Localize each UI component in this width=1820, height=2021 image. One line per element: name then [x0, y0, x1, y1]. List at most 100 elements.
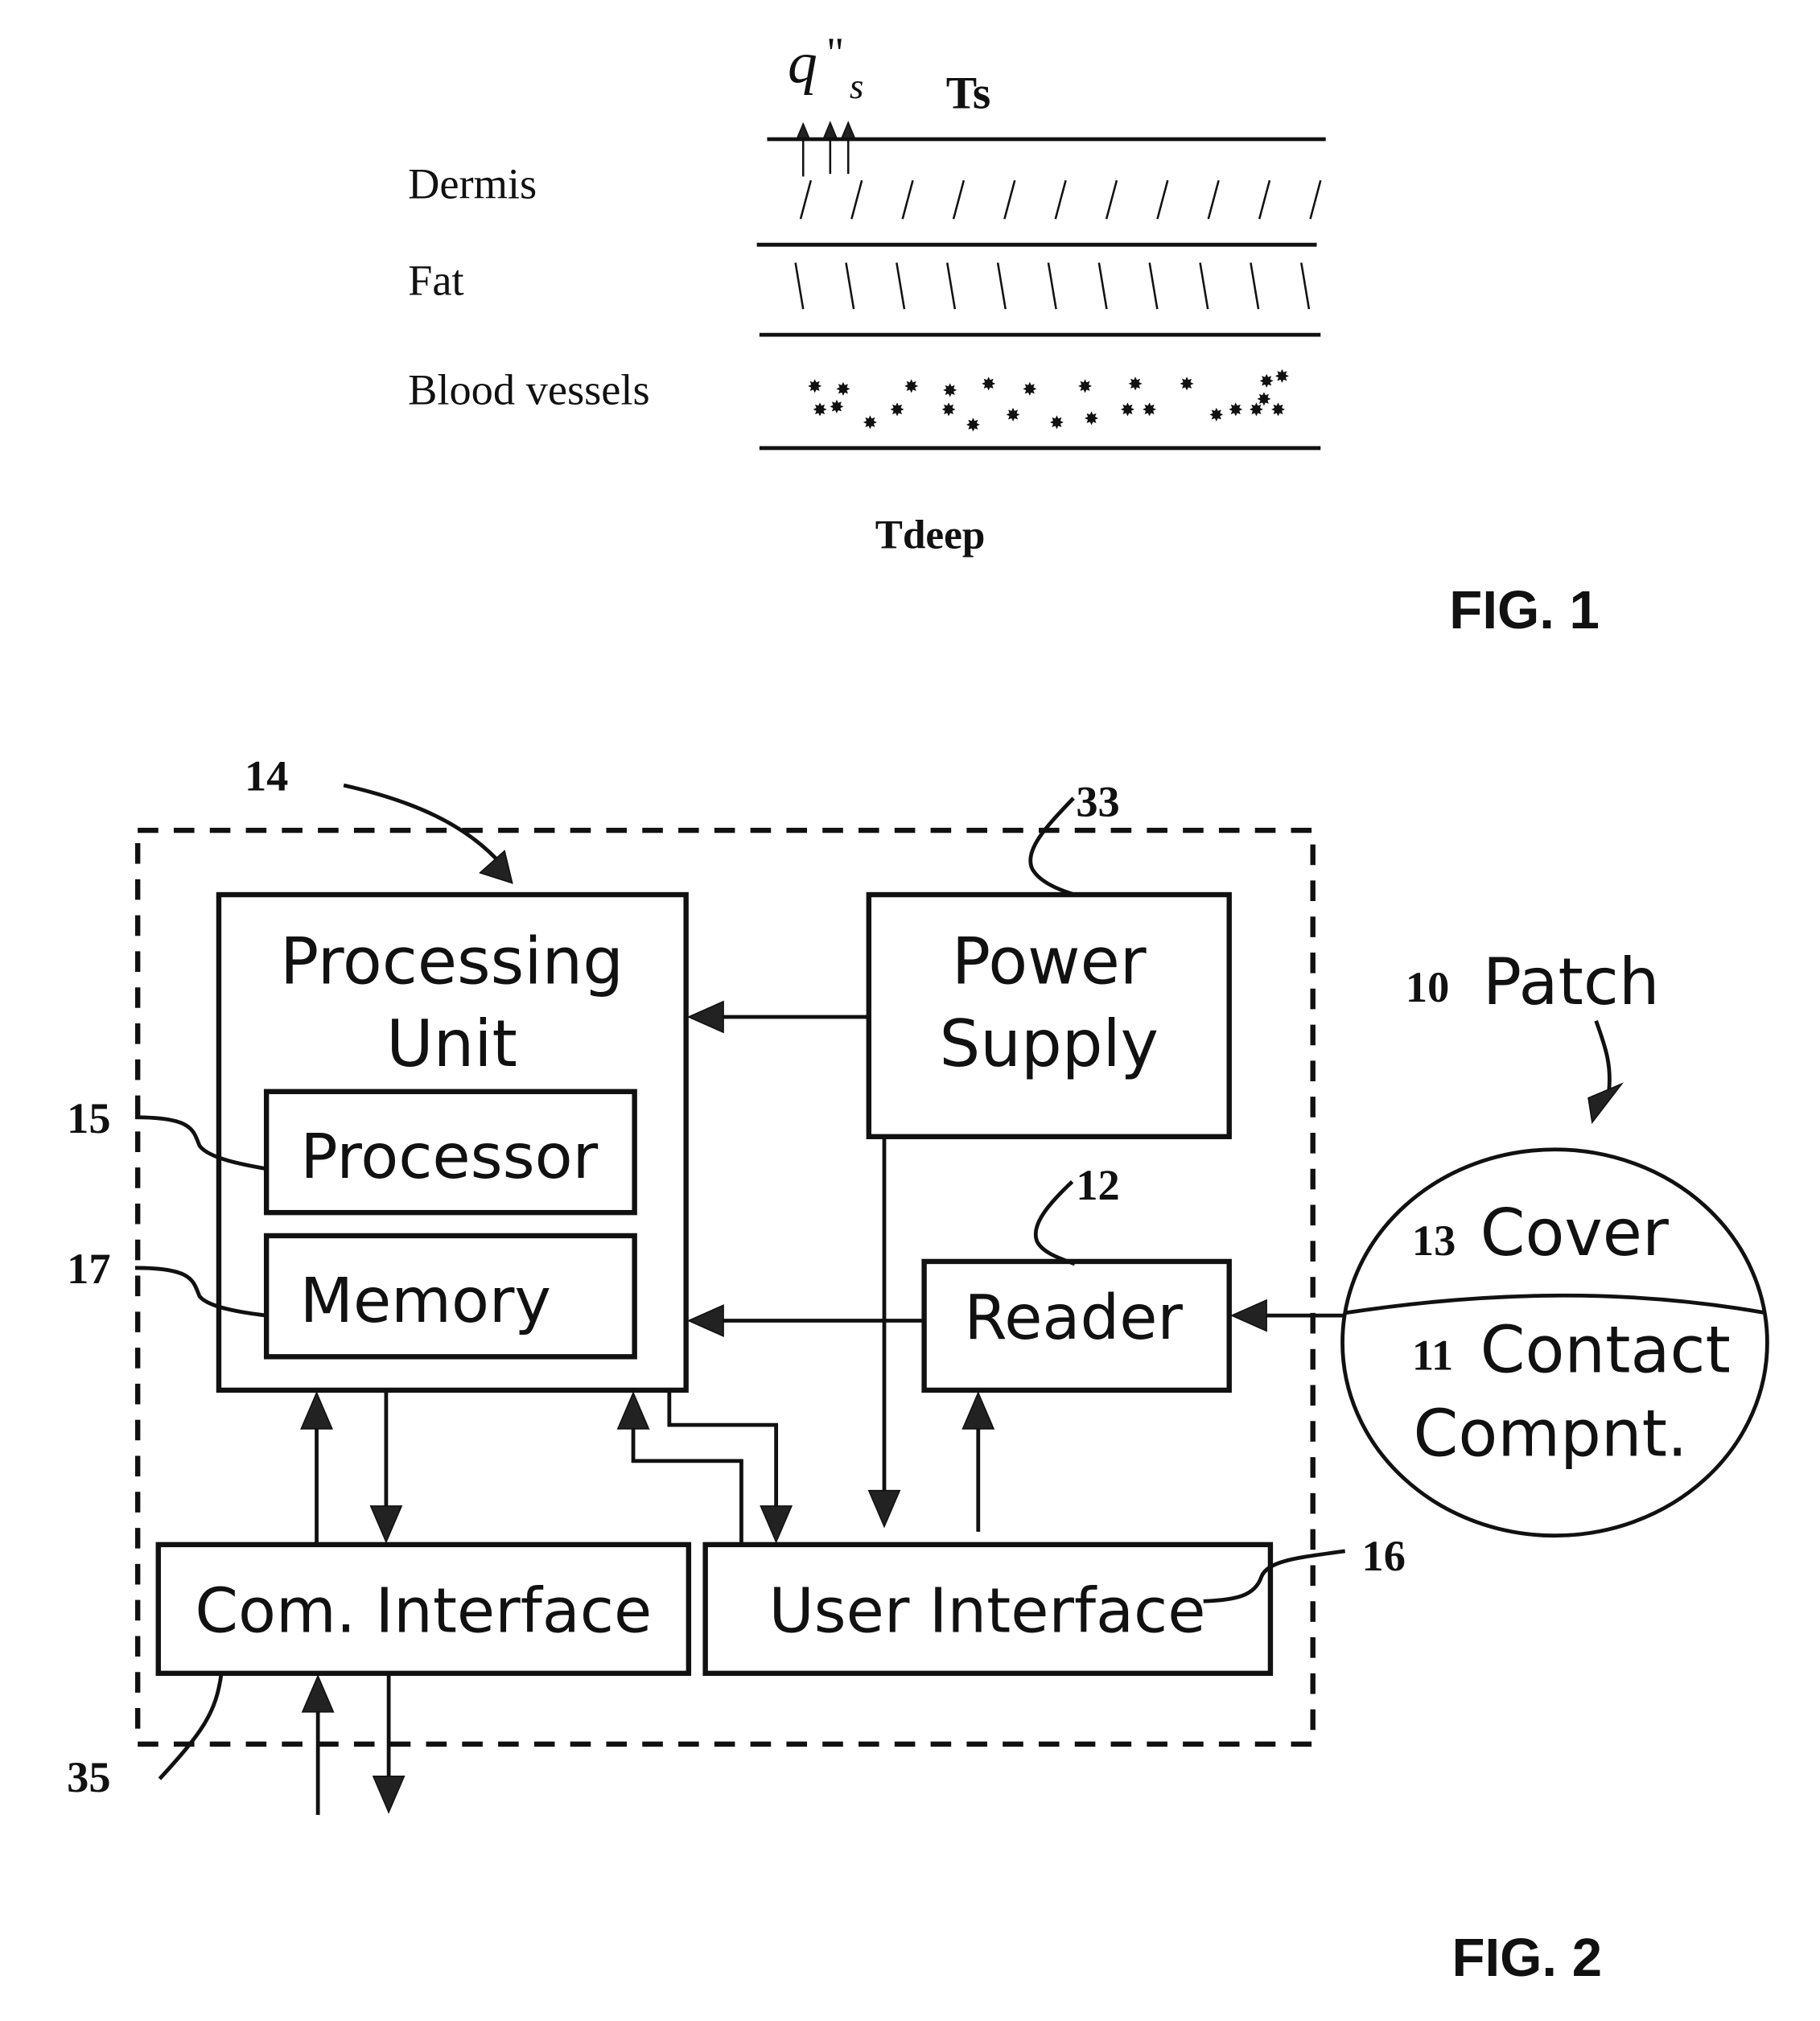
fat-hatch-line: [1300, 262, 1311, 310]
processor-block[interactable]: Processor: [263, 1089, 637, 1216]
fig1-skin-model: q " s Ts ✸ ✸✸ ✸✸✸✸ ✸✸✸✸ ✸✸ ✸✸✸✸✸ ✸✸✸✸✸✸✸✸✸ Der…: [408, 28, 1600, 640]
blood-vessel-marker: ✸: [1209, 405, 1224, 425]
reader-ref-leader: [1034, 1180, 1076, 1266]
cover-ref-label: 13: [1412, 1216, 1456, 1265]
layer-label-blood-vessels: Blood vessels: [408, 366, 650, 414]
com-interface-label: Com. Interface: [195, 1576, 652, 1648]
fat-hatch-line: [945, 262, 957, 310]
blood-vessel-marker: ✸: [966, 415, 981, 435]
dermis-hatch-line: [1054, 179, 1067, 220]
blood-vessel-marker: ✸: [1022, 379, 1037, 399]
processing-unit-label-1: Processing: [280, 924, 624, 998]
fat-hatch-line: [845, 262, 855, 310]
dermis-hatch-line: [1003, 179, 1016, 220]
dermis-hatch-line: [1207, 179, 1220, 220]
device-ref-leader: [343, 783, 504, 866]
fat-hatching: [794, 262, 1311, 310]
fig1-caption: FIG. 1: [1449, 580, 1600, 640]
fat-hatch-line: [996, 262, 1007, 310]
blood-vessel-marker: ✸: [942, 381, 957, 401]
blood-vessel-marker: ✸: [1128, 374, 1143, 394]
blood-vessel-marker: ✸: [1180, 374, 1195, 394]
blood-vessel-marker: ✸: [1228, 400, 1243, 420]
blood-vessel-marker: ✸: [981, 374, 996, 394]
fat-hatch-line: [1199, 262, 1209, 310]
reader-ref-label: 12: [1076, 1161, 1119, 1209]
dermis-hatch-line: [850, 179, 863, 220]
fat-hatch-line: [1148, 262, 1159, 310]
memory-ref-leader: [134, 1266, 267, 1318]
device-ref-arrowhead: [479, 850, 513, 884]
power-supply-label-2: Supply: [940, 1006, 1159, 1081]
heat-flux-arrows: [796, 121, 856, 177]
dermis-hatch-line: [1258, 179, 1271, 220]
fat-hatch-line: [1047, 262, 1057, 310]
blood-vessel-marker: ✸: [1270, 400, 1286, 420]
deep-temperature-label: Tdeep: [875, 512, 986, 558]
memory-ref-label: 17: [67, 1245, 110, 1293]
contact-label-2: Compnt.: [1413, 1397, 1687, 1472]
blood-vessel-marker: ✸: [1120, 400, 1135, 420]
dermis-hatch-line: [1105, 179, 1118, 220]
reader-block[interactable]: Reader: [921, 1258, 1232, 1393]
fat-hatch-line: [794, 262, 805, 310]
power-supply-label-1: Power: [952, 924, 1147, 998]
dermis-hatch-line: [1156, 179, 1169, 220]
processor-ref-label: 15: [67, 1094, 110, 1142]
dermis-hatch-line: [952, 179, 966, 220]
user-interface-ref-label: 16: [1362, 1532, 1406, 1580]
device-ref-label: 14: [245, 751, 288, 800]
user-interface-ref-leader: [1203, 1549, 1346, 1603]
blood-vessel-marker: ✸: [1274, 366, 1290, 386]
blood-vessel-marker: ✸: [1084, 409, 1099, 429]
memory-block[interactable]: Memory: [263, 1233, 637, 1360]
blood-vessel-marker: ✸: [1049, 413, 1064, 433]
blood-vessel-marker: ✸: [1077, 377, 1093, 397]
power-supply-ref-leader: [1028, 796, 1076, 897]
processor-ref-leader: [134, 1115, 267, 1171]
power-supply-ref-label: 33: [1076, 777, 1119, 825]
dermis-hatch-line: [799, 179, 813, 220]
blood-vessel-marker: ✸: [829, 397, 844, 418]
fat-hatch-line: [1250, 262, 1260, 310]
blood-vessel-marker: ✸: [1259, 372, 1274, 392]
fig2-block-diagram: 14 Processing Unit Processor 15 Memory 1…: [67, 751, 1769, 1988]
layer-label-fat: Fat: [408, 257, 463, 305]
fat-hatch-line: [1097, 262, 1108, 310]
blood-vessel-marker: ✸: [835, 379, 850, 399]
patent-figure-canvas: q " s Ts ✸ ✸✸ ✸✸✸✸ ✸✸✸✸ ✸✸ ✸✸✸✸✸ ✸✸✸✸✸✸✸✸✸ Der…: [67, 28, 1769, 1988]
blood-vessel-markers: ✸ ✸✸ ✸✸✸✸ ✸✸✸✸ ✸✸ ✸✸✸✸✸ ✸✸✸✸✸✸✸✸✸: [807, 366, 1289, 435]
heat-flux-symbol: q: [788, 30, 817, 96]
heat-flux-subscript: s: [850, 66, 863, 106]
blood-vessel-marker: ✸: [813, 400, 828, 420]
patch-layer-divider: [1344, 1293, 1767, 1315]
fat-hatch-line: [896, 262, 906, 310]
blood-vessel-marker: ✸: [863, 413, 878, 433]
com-interface-ref-label: 35: [67, 1753, 110, 1801]
surface-temperature-label: Ts: [946, 68, 991, 119]
blood-vessel-marker: ✸: [1142, 400, 1157, 420]
dermis-hatch-line: [901, 179, 914, 220]
user-interface-block[interactable]: User Interface: [702, 1541, 1274, 1677]
processor-label: Processor: [300, 1122, 598, 1193]
blood-vessel-marker: ✸: [807, 377, 822, 397]
user-interface-label: User Interface: [768, 1576, 1205, 1648]
patch-label: Patch: [1483, 945, 1660, 1019]
dermis-hatching: [799, 179, 1322, 220]
patch-ref-label: 10: [1406, 963, 1449, 1011]
memory-label: Memory: [300, 1266, 551, 1337]
power-supply-block[interactable]: Power Supply: [866, 891, 1232, 1139]
blood-vessel-marker: ✸: [890, 400, 905, 420]
processing-unit-label-2: Unit: [386, 1006, 517, 1081]
contact-label-1: Contact: [1480, 1313, 1731, 1388]
contact-ref-label: 11: [1412, 1331, 1453, 1379]
com-interface-block[interactable]: Com. Interface: [155, 1541, 692, 1677]
reader-label: Reader: [964, 1282, 1183, 1354]
fig2-caption: FIG. 2: [1451, 1928, 1602, 1988]
blood-vessel-marker: ✸: [904, 377, 919, 397]
patch-ref-leader: [1594, 1019, 1612, 1093]
dermis-hatch-line: [1309, 179, 1322, 220]
layer-label-dermis: Dermis: [408, 160, 537, 208]
blood-vessel-marker: ✸: [1006, 405, 1021, 425]
heat-flux-prime: ": [826, 28, 844, 76]
